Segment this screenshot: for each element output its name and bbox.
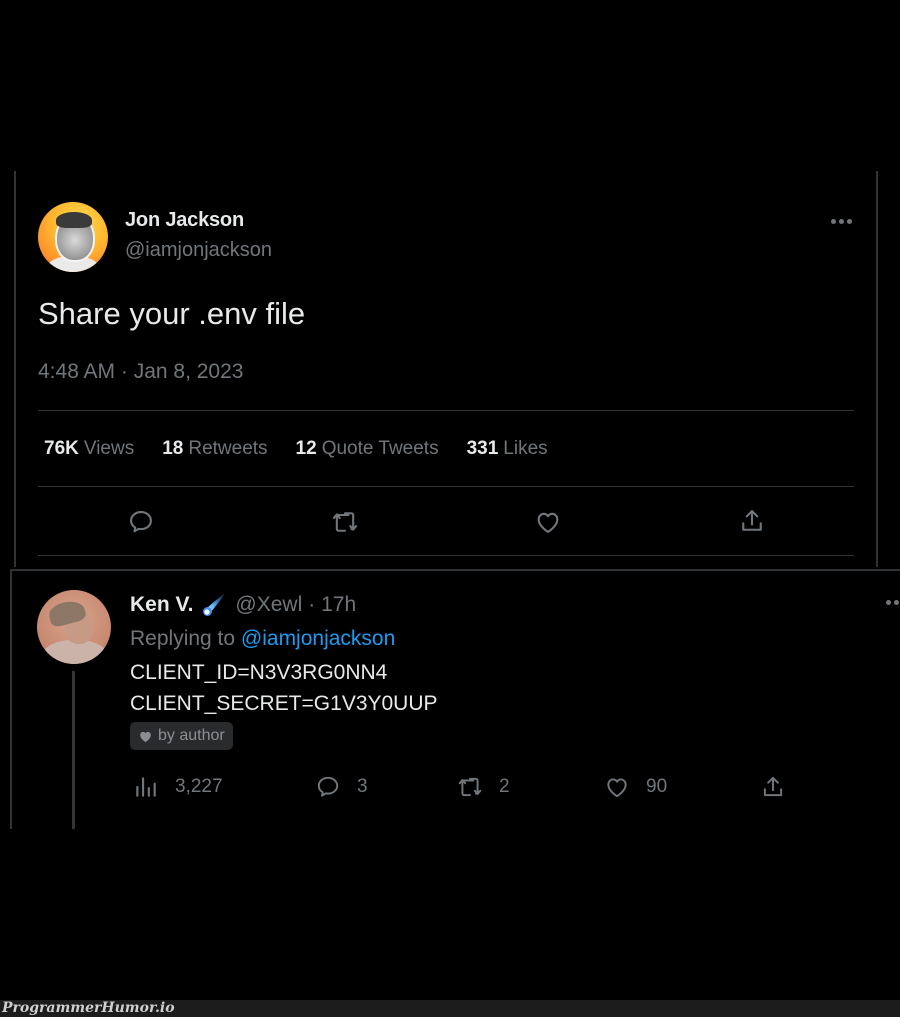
author-handle[interactable]: @iamjonjackson xyxy=(125,239,272,262)
analytics-button[interactable]: 3,227 xyxy=(133,774,223,800)
reply-text-line: CLIENT_ID=N3V3RG0NN4 xyxy=(130,661,388,684)
heart-filled-icon xyxy=(140,731,151,742)
thread-line xyxy=(72,671,75,829)
watermark-bar: ProgrammerHumor.io xyxy=(0,1000,900,1017)
stat-quote-tweets[interactable]: 12 Quote Tweets xyxy=(296,438,439,460)
reply-share-button[interactable] xyxy=(760,774,802,800)
tweet-panel-left-border xyxy=(14,171,16,567)
reply-panel-left-border xyxy=(10,571,12,829)
replies-count: 3 xyxy=(357,776,368,797)
more-dot xyxy=(894,600,899,605)
share-icon xyxy=(763,776,783,797)
retweet-icon xyxy=(332,512,358,532)
author-name[interactable]: Jon Jackson xyxy=(125,209,244,232)
tweet-text: Share your .env file xyxy=(38,296,306,331)
comet-icon xyxy=(201,592,227,618)
retweet-button[interactable] xyxy=(331,508,359,536)
more-horizontal-icon xyxy=(886,600,891,605)
more-options-button[interactable] xyxy=(828,212,854,230)
tweet-stats: 76K Views 18 Retweets 12 Quote Tweets 331 Li… xyxy=(44,438,576,460)
reply-like-button[interactable]: 90 xyxy=(604,774,667,800)
stat-label: Retweets xyxy=(188,438,268,459)
reply-retweet-button[interactable]: 2 xyxy=(457,774,510,800)
replying-to-label: Replying to xyxy=(130,627,236,650)
reply-button[interactable] xyxy=(127,508,155,536)
reply-panel-top-border xyxy=(10,569,900,571)
divider xyxy=(38,410,854,411)
reply-author-avatar[interactable] xyxy=(37,590,111,664)
reply-retweets: 2 xyxy=(457,772,510,802)
more-dot xyxy=(846,218,852,224)
views-count: 3,227 xyxy=(175,776,223,797)
reply-likes: 90 xyxy=(604,772,667,802)
replying-to: Replying to @iamjonjackson xyxy=(130,627,395,651)
reply-share xyxy=(760,772,802,802)
badge-label: by author xyxy=(158,727,225,744)
like-icon xyxy=(607,778,627,798)
watermark-text: ProgrammerHumor.io xyxy=(2,1000,175,1016)
stat-retweets[interactable]: 18 Retweets xyxy=(162,438,267,460)
reply-icon xyxy=(317,776,339,797)
retweet-icon xyxy=(458,777,482,797)
tweet-panel-right-border xyxy=(876,171,878,567)
tweet-timestamp[interactable]: 4:48 AM · Jan 8, 2023 xyxy=(38,360,243,384)
reply-icon xyxy=(130,511,152,533)
share-button[interactable] xyxy=(738,507,766,535)
stat-value: 331 xyxy=(466,438,499,459)
divider xyxy=(38,555,854,556)
analytics-icon xyxy=(136,777,156,797)
like-icon xyxy=(537,512,559,533)
reply-text-line: CLIENT_SECRET=G1V3Y0UUP xyxy=(130,692,438,715)
reply-reply-button[interactable]: 3 xyxy=(315,774,368,800)
stat-label: Quote Tweets xyxy=(321,438,439,459)
author-avatar[interactable] xyxy=(38,202,108,272)
liked-by-author-badge[interactable]: by author xyxy=(130,722,233,750)
reply-header: Ken V. @Xewl · 17h xyxy=(130,592,356,618)
reply-author-name[interactable]: Ken V. xyxy=(130,593,193,617)
stat-label: Likes xyxy=(503,438,548,459)
reply-author-handle[interactable]: @Xewl xyxy=(235,593,302,617)
reply-time[interactable]: · 17h xyxy=(308,593,356,617)
likes-count: 90 xyxy=(646,776,668,797)
divider xyxy=(38,486,854,487)
stat-value: 18 xyxy=(162,438,184,459)
stat-value: 12 xyxy=(295,438,317,459)
avatar-hair xyxy=(56,212,92,228)
reply-replies: 3 xyxy=(315,772,368,802)
stat-views[interactable]: 76K Views xyxy=(44,438,134,460)
retweets-count: 2 xyxy=(499,776,510,797)
reply-views: 3,227 xyxy=(133,772,223,802)
like-button[interactable] xyxy=(534,508,562,536)
more-dot xyxy=(838,218,844,224)
stat-likes[interactable]: 331 Likes xyxy=(467,438,548,460)
reply-more-options-button[interactable] xyxy=(886,600,899,605)
stat-value: 76K xyxy=(44,438,79,459)
replying-to-handle-link[interactable]: @iamjonjackson xyxy=(241,627,395,650)
share-icon xyxy=(742,510,762,531)
more-horizontal-icon xyxy=(830,218,836,224)
stat-label: Views xyxy=(83,438,135,459)
